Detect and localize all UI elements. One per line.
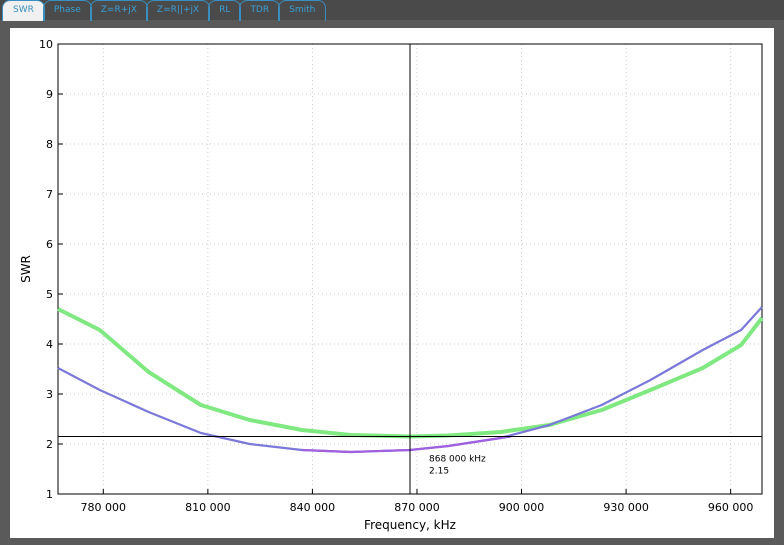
y-tick-label: 4 [46,338,53,351]
tab-z-r-jx[interactable]: Z=R||+jX [145,0,211,21]
x-tick-label: 960 000 [708,501,754,514]
y-tick-label: 9 [46,88,53,101]
tab-smith[interactable]: Smith [278,0,327,21]
y-tick-label: 2 [46,438,53,451]
y-tick-label: 5 [46,288,53,301]
y-tick-label: 3 [46,388,53,401]
y-tick-label: 1 [46,488,53,501]
x-tick-label: 900 000 [499,501,545,514]
tab-rl[interactable]: RL [208,0,242,21]
y-tick-label: 7 [46,188,53,201]
y-axis-label: SWR [19,255,33,283]
x-tick-label: 840 000 [290,501,336,514]
tab-swr[interactable]: SWR [2,0,45,21]
tab-z-r-jx[interactable]: Z=R+jX [89,0,148,21]
x-axis-label: Frequency, kHz [364,518,456,532]
cursor-swr-readout: 2.15 [429,467,449,477]
x-tick-label: 930 000 [603,501,649,514]
tab-tdr[interactable]: TDR [239,0,281,21]
y-tick-label: 10 [39,38,53,51]
swr-chart[interactable]: 1 2 3 4 5 6 7 8 9 10 780 000 810 000 840 000 870 000 9… [10,28,774,538]
x-tick-label: 780 000 [81,501,127,514]
x-tick-label: 810 000 [185,501,231,514]
x-tick-label: 870 000 [394,501,440,514]
swr-chart-panel: 1 2 3 4 5 6 7 8 9 10 780 000 810 000 840 000 870 000 9… [10,28,774,538]
tab-phase[interactable]: Phase [42,0,92,21]
cursor-frequency-readout: 868 000 kHz [429,455,486,465]
tab-bar: SWR Phase Z=R+jX Z=R||+jX RL TDR Smith [0,0,784,21]
y-tick-label: 6 [46,238,53,251]
y-tick-label: 8 [46,138,53,151]
